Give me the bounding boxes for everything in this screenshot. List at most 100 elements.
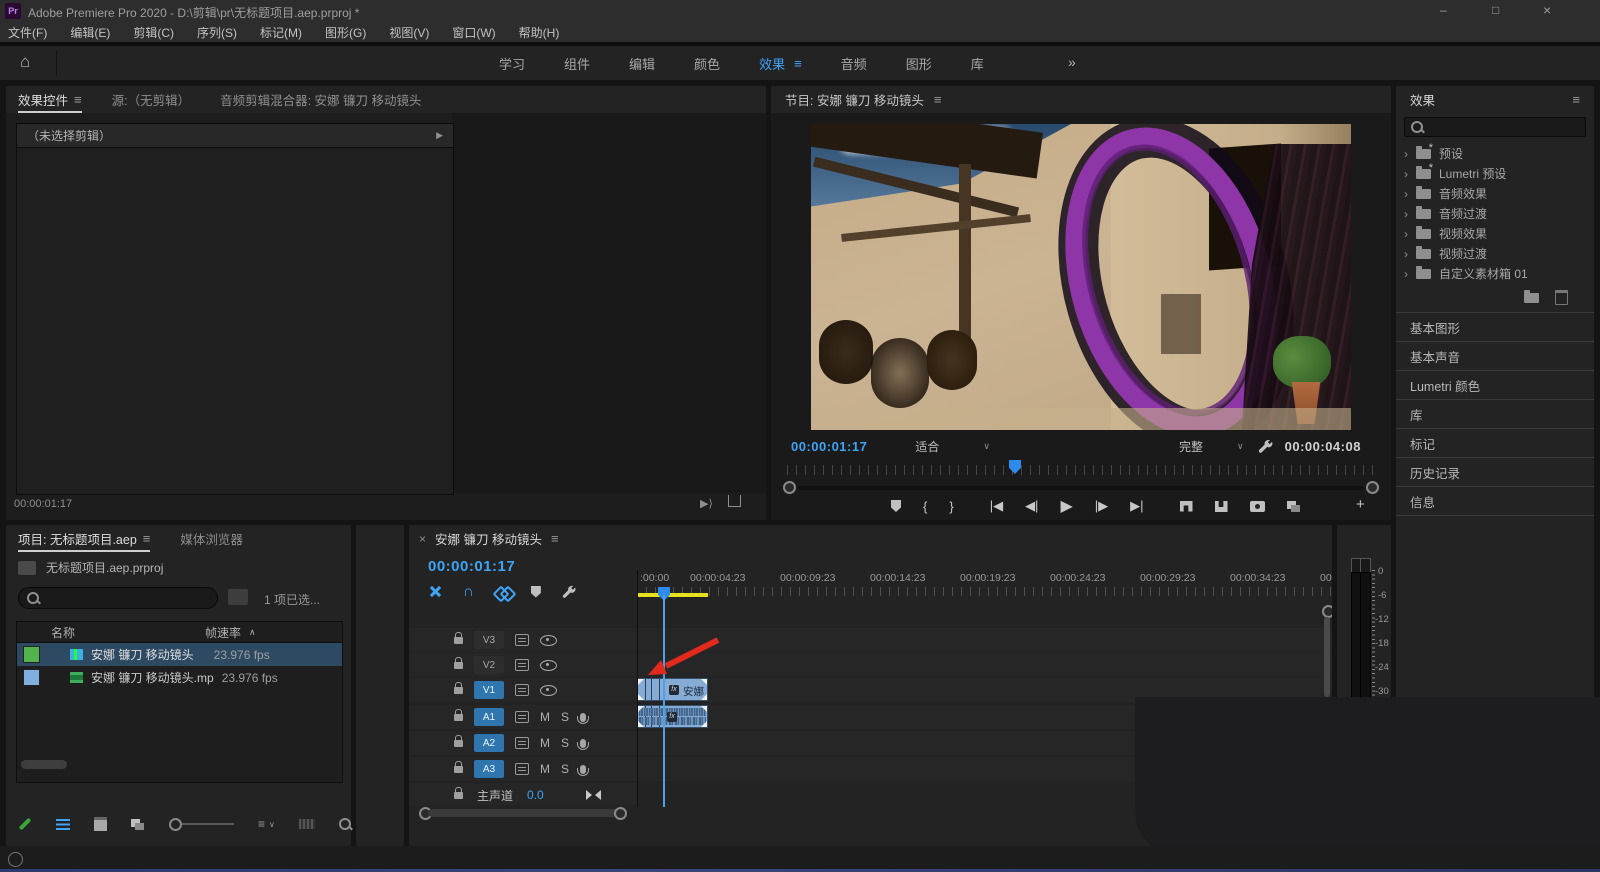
maximize-button[interactable]: □ [1492,3,1499,17]
voiceover-record-icon[interactable] [580,765,586,774]
tree-item-audio-transitions[interactable]: ›音频过渡 [1404,204,1586,223]
tab-project[interactable]: 项目: 无标题项目.aep ≡ [18,525,150,552]
sort-icon[interactable]: ≡∨ [258,817,275,831]
linked-selection-icon[interactable] [495,586,510,598]
label-color-chip-blue[interactable] [23,669,40,686]
search-bin-icon[interactable] [228,589,248,605]
tab-effect-controls[interactable]: 效果控件 ≡ [18,86,82,113]
play-around-icon[interactable]: ▶⟩ [700,497,713,510]
lock-icon[interactable] [454,662,463,669]
sort-ascending-icon[interactable]: ∧ [249,627,256,638]
timeline-settings-wrench-icon[interactable] [562,585,576,599]
panel-tab-history[interactable]: 历史记录 [1396,457,1594,486]
pan-bowtie-icon[interactable] [586,790,601,800]
workspace-overflow-icon[interactable]: » [1068,54,1076,70]
solo-button[interactable]: S [561,762,569,776]
panel-menu-icon[interactable]: ≡ [74,92,82,107]
workspace-tab-menu-icon[interactable]: ≡ [794,56,802,71]
new-bin-icon[interactable] [1524,293,1539,303]
step-forward-icon[interactable]: |▶ [1095,498,1108,514]
lock-icon[interactable] [454,714,463,721]
comparison-view-icon[interactable] [1287,501,1301,512]
timeline-tab-title[interactable]: 安娜 镰刀 移动镜头 [435,529,542,548]
scroll-track[interactable] [798,486,1364,490]
toggle-track-output-icon[interactable] [540,635,557,646]
button-editor-icon[interactable]: + [1356,496,1365,513]
voiceover-record-icon[interactable] [580,713,586,722]
workspace-tab-assembly[interactable]: 组件 [564,54,590,73]
video-clip[interactable]: fx 安娜 [637,678,708,701]
slider-knob[interactable] [169,818,182,831]
scroll-handle-left[interactable] [783,481,796,494]
export-frame-icon[interactable] [1250,501,1265,512]
tree-item-audio-effects[interactable]: ›音频效果 [1404,184,1586,203]
zoom-slider[interactable] [169,818,234,831]
close-button[interactable]: × [1543,2,1551,18]
lock-icon[interactable] [454,792,463,799]
toggle-track-output-icon[interactable] [540,660,557,671]
tab-source-monitor[interactable]: 源:（无剪辑） [112,86,190,113]
track-badge-a2[interactable]: A2 [474,734,504,752]
workspace-tab-effects-active[interactable]: 效果 ≡ [759,54,802,73]
nest-insert-icon[interactable] [429,585,442,598]
project-row-clip[interactable]: 安娜 镰刀 移动镜头.mp 23.976 fps [17,666,342,689]
track-badge-v3[interactable]: V3 [474,631,504,649]
column-framerate[interactable]: 帧速率 [205,624,241,641]
timeline-menu-icon[interactable]: ≡ [551,531,559,546]
solo-button[interactable]: S [561,710,569,724]
tree-item-presets[interactable]: ›预设 [1404,144,1586,163]
lock-icon[interactable] [454,740,463,747]
sync-lock-icon[interactable] [515,684,529,696]
sync-lock-icon[interactable] [515,737,529,749]
sync-lock-icon[interactable] [515,763,529,775]
menu-edit[interactable]: 编辑(E) [70,24,110,41]
timeline-ruler[interactable]: :00:00 00:00:04:23 00:00:09:23 00:00:14:… [637,570,1332,600]
track-badge-v2[interactable]: V2 [474,656,504,674]
track-badge-v1[interactable]: V1 [474,681,504,699]
home-icon[interactable]: ⌂ [20,52,30,72]
lift-icon[interactable] [1180,501,1193,512]
tab-audio-clip-mixer[interactable]: 音频剪辑混合器: 安娜 镰刀 移动镜头 [220,86,421,113]
workspace-tab-learning[interactable]: 学习 [499,54,525,73]
audio-clip[interactable]: fx [637,705,708,728]
workspace-tab-color[interactable]: 颜色 [694,54,720,73]
program-timecode[interactable]: 00:00:01:17 [791,439,867,454]
project-row-sequence[interactable]: 安娜 镰刀 移动镜头 23.976 fps [17,643,342,666]
voiceover-record-icon[interactable] [580,739,586,748]
master-volume-value[interactable]: 0.0 [527,788,544,802]
timeline-playhead-line[interactable] [663,595,665,807]
mute-button[interactable]: M [540,762,550,776]
minimize-button[interactable]: – [1440,3,1447,17]
column-name[interactable]: 名称 [51,624,75,641]
effects-search-input[interactable] [1404,117,1586,137]
tab-media-browser[interactable]: 媒体浏览器 [180,525,243,552]
panel-tab-essential-sound[interactable]: 基本声音 [1396,341,1594,370]
project-menu-icon[interactable]: ≡ [143,531,151,546]
expand-arrow-icon[interactable]: ▶ [436,130,443,141]
close-tab-icon[interactable]: × [419,532,426,546]
monitor-zoom-scrollbar[interactable] [783,481,1379,494]
timeline-timecode[interactable]: 00:00:01:17 [428,558,515,575]
sync-lock-icon[interactable] [515,634,529,646]
playback-resolution-dropdown[interactable]: 完整 ∨ [1179,438,1244,455]
scroll-handle-right[interactable] [1366,481,1379,494]
toggle-track-output-icon[interactable] [540,685,557,696]
horizontal-scrollbar[interactable] [21,760,67,769]
menu-clip[interactable]: 剪辑(C) [133,24,174,41]
mute-button[interactable]: M [540,736,550,750]
workspace-tab-audio[interactable]: 音频 [841,54,867,73]
tree-item-custom-bin[interactable]: ›自定义素材箱 01 [1404,264,1586,283]
lock-icon[interactable] [454,637,463,644]
program-monitor-menu-icon[interactable]: ≡ [934,92,942,107]
menu-file[interactable]: 文件(F) [8,24,47,41]
add-marker-icon[interactable] [891,500,901,512]
writable-pencil-icon[interactable] [19,818,32,831]
list-view-icon[interactable] [56,819,70,830]
lock-icon[interactable] [454,766,463,773]
settings-wrench-icon[interactable] [1258,439,1273,454]
go-to-in-icon[interactable]: |◀ [990,498,1003,514]
label-color-chip-green[interactable] [23,646,40,663]
menu-graphics[interactable]: 图形(G) [325,24,366,41]
zoom-handle-right[interactable] [614,807,627,820]
export-frame-icon[interactable] [728,495,741,507]
